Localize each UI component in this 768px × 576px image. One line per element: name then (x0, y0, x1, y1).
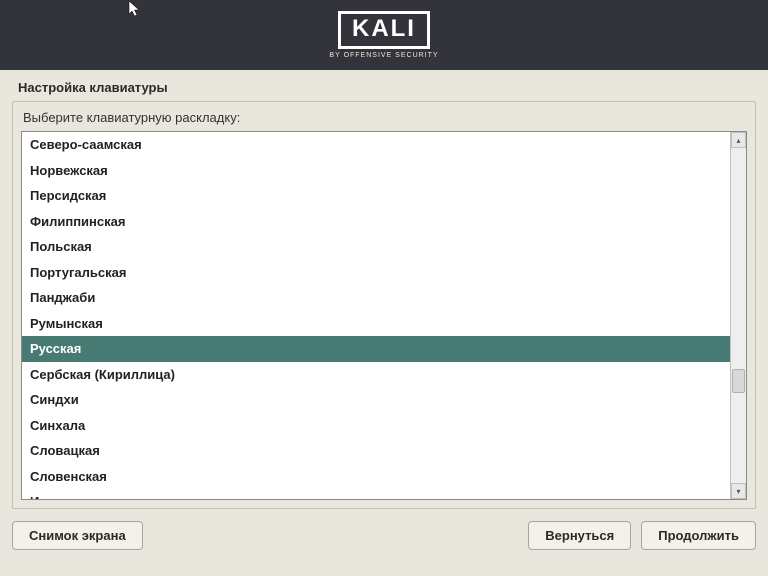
list-item[interactable]: Синдхи (22, 387, 730, 413)
list-item[interactable]: Испанская (22, 489, 730, 499)
logo-text: KALI (352, 15, 416, 42)
list-item[interactable]: Португальская (22, 260, 730, 286)
scrollbar[interactable]: ▴ ▾ (730, 132, 746, 499)
list-item[interactable]: Польская (22, 234, 730, 260)
logo: KALI BY OFFENSIVE SECURITY (329, 11, 438, 59)
list-item[interactable]: Словенская (22, 464, 730, 490)
keyboard-layout-listbox[interactable]: Северо-саамскаяНорвежскаяПерсидскаяФилип… (21, 131, 747, 500)
list-item[interactable]: Сербская (Кириллица) (22, 362, 730, 388)
list-item[interactable]: Русская (22, 336, 730, 362)
footer: Снимок экрана Вернуться Продолжить (0, 509, 768, 562)
list-item[interactable]: Словацкая (22, 438, 730, 464)
list-item[interactable]: Румынская (22, 311, 730, 337)
list-item[interactable]: Филиппинская (22, 209, 730, 235)
prompt-label: Выберите клавиатурную раскладку: (13, 102, 755, 131)
header: KALI BY OFFENSIVE SECURITY (0, 0, 768, 70)
cursor-icon (128, 0, 142, 23)
continue-button[interactable]: Продолжить (641, 521, 756, 550)
scroll-track[interactable] (731, 148, 746, 483)
screenshot-button[interactable]: Снимок экрана (12, 521, 143, 550)
list-item[interactable]: Норвежская (22, 158, 730, 184)
logo-subtitle: BY OFFENSIVE SECURITY (329, 52, 438, 59)
list-item[interactable]: Северо-саамская (22, 132, 730, 158)
scroll-down-button[interactable]: ▾ (731, 483, 746, 499)
list-item[interactable]: Синхала (22, 413, 730, 439)
list-item[interactable]: Персидская (22, 183, 730, 209)
scroll-up-button[interactable]: ▴ (731, 132, 746, 148)
list-item[interactable]: Панджаби (22, 285, 730, 311)
scroll-thumb[interactable] (732, 369, 745, 393)
back-button[interactable]: Вернуться (528, 521, 631, 550)
page-title: Настройка клавиатуры (0, 70, 768, 101)
panel: Выберите клавиатурную раскладку: Северо-… (12, 101, 756, 509)
